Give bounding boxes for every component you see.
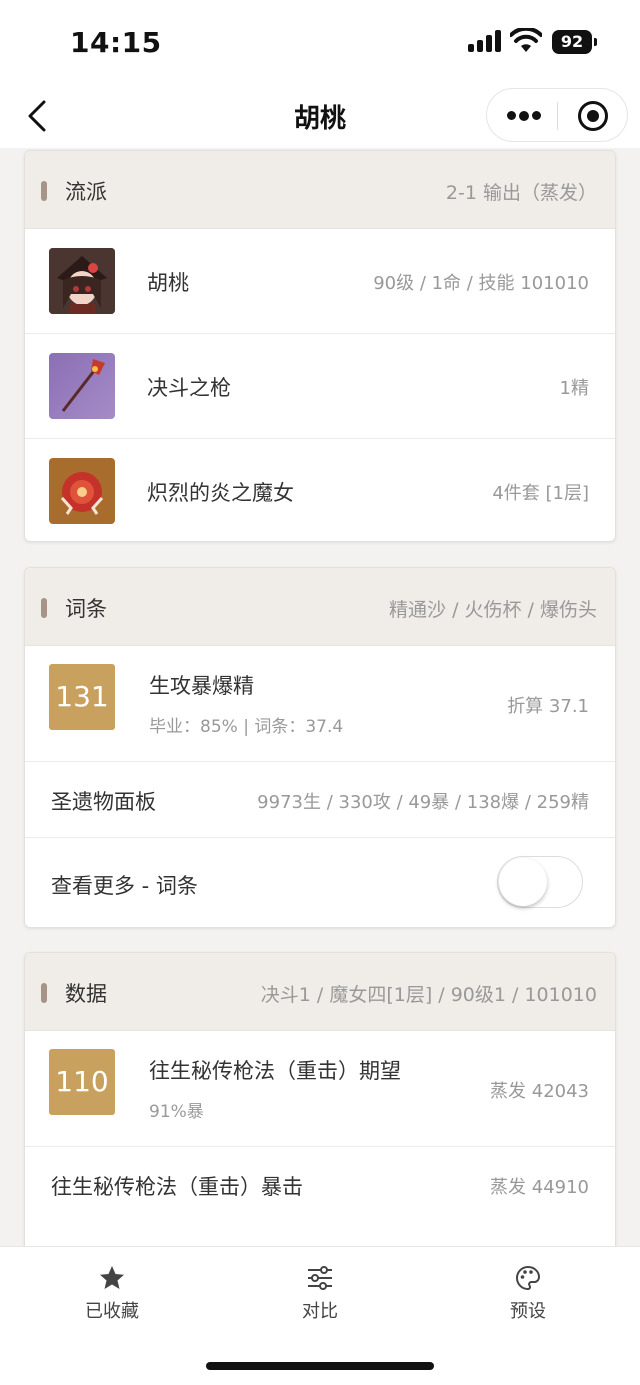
wifi-icon [510, 28, 542, 52]
artifact-set-row[interactable]: 炽烈的炎之魔女 4件套 [1层] [25, 439, 615, 541]
capsule-divider [557, 102, 558, 130]
miniprogram-capsule [486, 88, 628, 142]
stats-converted-value: 折算 37.1 [507, 696, 589, 717]
close-target-icon[interactable] [578, 101, 608, 131]
show-more-stats-label: 查看更多 - 词条 [51, 874, 198, 898]
toggle-knob [499, 858, 547, 906]
stats-card-header: 词条 精通沙 / 火伤杯 / 爆伤头 [25, 568, 615, 646]
stats-score-row[interactable]: 131 生攻暴爆精 毕业：85% | 词条：37.4 折算 37.1 [25, 646, 615, 762]
artifact-panel-value: 9973生 / 330攻 / 49暴 / 138爆 / 259精 [257, 792, 589, 813]
palette-icon [516, 1265, 540, 1291]
status-time: 14:15 [70, 26, 162, 59]
status-bar: 14:15 92 [0, 0, 640, 84]
stats-score-badge: 131 [49, 664, 115, 730]
character-name: 胡桃 [147, 271, 189, 295]
data-card-header: 数据 决斗1 / 魔女四[1层] / 90级1 / 101010 [25, 953, 615, 1031]
show-more-stats-row: 查看更多 - 词条 [25, 838, 615, 927]
section-marker [41, 983, 47, 1003]
artifact-panel-row[interactable]: 圣遗物面板 9973生 / 330攻 / 49暴 / 138爆 / 259精 [25, 762, 615, 838]
stats-score-name: 生攻暴爆精 [149, 674, 254, 698]
character-details: 90级 / 1命 / 技能 101010 [373, 273, 589, 294]
crit-damage-value: 蒸发 44910 [490, 1177, 589, 1198]
weapon-row[interactable]: 决斗之枪 1精 [25, 334, 615, 439]
stats-summary: 精通沙 / 火伤杯 / 爆伤头 [389, 599, 597, 621]
tab-presets-label: 预设 [510, 1301, 546, 1322]
tab-presets[interactable]: 预设 [468, 1263, 588, 1323]
build-title: 流派 [65, 180, 107, 204]
data-score-value: 蒸发 42043 [490, 1081, 589, 1102]
sliders-icon [308, 1266, 332, 1290]
artifact-image [49, 458, 115, 524]
cellular-signal-icon [468, 30, 502, 52]
star-icon [100, 1266, 124, 1289]
home-indicator[interactable] [206, 1362, 434, 1370]
weapon-image [49, 353, 115, 419]
weapon-name: 决斗之枪 [147, 376, 231, 400]
crit-damage-row[interactable]: 往生秘传枪法（重击）暴击 蒸发 44910 [25, 1147, 615, 1223]
crit-damage-label: 往生秘传枪法（重击）暴击 [51, 1175, 303, 1199]
tab-favorites[interactable]: 已收藏 [52, 1263, 172, 1323]
character-avatar [49, 248, 115, 314]
build-card-header: 流派 2-1 输出（蒸发） [25, 151, 615, 229]
navigation-bar: 胡桃 [0, 84, 640, 148]
data-score-detail: 91%暴 [149, 1102, 204, 1122]
artifact-panel-label: 圣遗物面板 [51, 790, 156, 814]
tab-favorites-label: 已收藏 [85, 1301, 139, 1322]
data-score-name: 往生秘传枪法（重击）期望 [149, 1059, 401, 1083]
battery-indicator: 92 [552, 30, 597, 54]
tab-compare[interactable]: 对比 [260, 1263, 380, 1323]
tab-compare-label: 对比 [302, 1301, 338, 1322]
stats-score-detail: 毕业：85% | 词条：37.4 [149, 717, 344, 737]
show-more-stats-toggle[interactable] [497, 856, 583, 908]
build-card: 流派 2-1 输出（蒸发） 胡桃 90级 / 1命 / 技能 101010 决斗… [24, 150, 616, 542]
build-summary: 2-1 输出（蒸发） [445, 182, 597, 204]
more-dots-icon[interactable] [507, 110, 541, 121]
weapon-refinement: 1精 [559, 378, 589, 399]
section-marker [41, 181, 47, 201]
data-summary: 决斗1 / 魔女四[1层] / 90级1 / 101010 [260, 984, 597, 1006]
artifact-set-name: 炽烈的炎之魔女 [147, 481, 294, 505]
data-title: 数据 [65, 982, 107, 1006]
stats-card: 词条 精通沙 / 火伤杯 / 爆伤头 131 生攻暴爆精 毕业：85% | 词条… [24, 567, 616, 928]
character-row[interactable]: 胡桃 90级 / 1命 / 技能 101010 [25, 229, 615, 334]
artifact-set-count: 4件套 [1层] [492, 483, 589, 504]
data-score-row[interactable]: 110 往生秘传枪法（重击）期望 91%暴 蒸发 42043 [25, 1031, 615, 1147]
data-card: 数据 决斗1 / 魔女四[1层] / 90级1 / 101010 110 往生秘… [24, 952, 616, 1252]
section-marker [41, 598, 47, 618]
stats-title: 词条 [65, 597, 107, 621]
data-score-badge: 110 [49, 1049, 115, 1115]
